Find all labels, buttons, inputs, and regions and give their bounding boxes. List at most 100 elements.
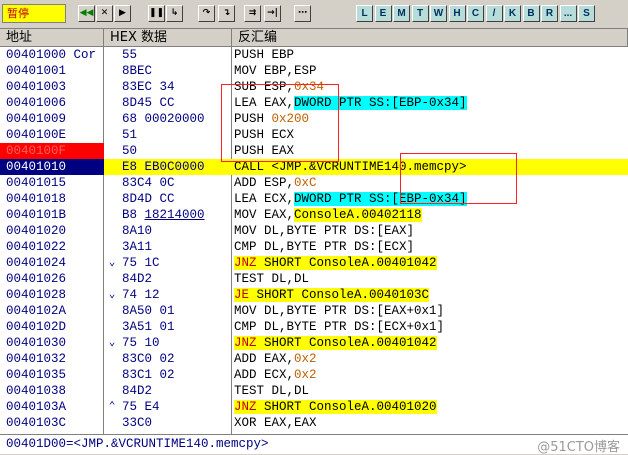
disasm-row[interactable]: 00401018 8D4D CC LEA ECX,DWORD PTR SS:[EBP… [0, 191, 628, 207]
disasm-row[interactable]: 00401003 83EC 34 SUB ESP,0x34 [0, 79, 628, 95]
window-button-ellipsis[interactable]: ... [559, 5, 577, 22]
disasm-cell: TEST DL,DL [232, 383, 628, 399]
hex-cell: 3A51 01 [122, 319, 230, 335]
window-button-w[interactable]: W [430, 5, 447, 22]
run-icon[interactable]: ▶ [114, 5, 131, 22]
column-header-hex[interactable]: HEX 数据 [104, 29, 232, 47]
hex-cell: 84D2 [122, 271, 230, 287]
address-cell: 00401010 [0, 159, 104, 175]
window-button-h[interactable]: H [448, 5, 466, 22]
disasm-cell: MOV EAX,ConsoleA.00402118 [232, 207, 628, 223]
disasm-row[interactable]: 00401009 68 00020000 PUSH 0x200 [0, 111, 628, 127]
disasm-row[interactable]: 00401028 ⌄ 74 12 JE SHORT ConsoleA.0040103C [0, 287, 628, 303]
disasm-cell: MOV DL,BYTE PTR DS:[EAX] [232, 223, 628, 239]
hex-bytes: 3A11 [122, 240, 153, 254]
disasm-row[interactable]: 00401024 ⌄ 75 1C JNZ SHORT ConsoleA.0040104… [0, 255, 628, 271]
column-header-address[interactable]: 地址 [0, 29, 104, 47]
pause-icon[interactable]: ❚❚ [148, 5, 165, 22]
jump-arrow-icon: ⌄ [108, 337, 116, 349]
window-button-e[interactable]: E [374, 5, 392, 22]
disasm-cell: ADD ECX,0x2 [232, 367, 628, 383]
disasm-row[interactable]: 00401035 83C1 02 ADD ECX,0x2 [0, 367, 628, 383]
restart-icon[interactable]: ◀◀ [78, 5, 95, 22]
disasm-row[interactable]: 00401010 E8 EB0C0000 CALL <JMP.&VCRUNTIME1… [0, 159, 628, 175]
disasm-cell: PUSH ECX [232, 127, 628, 143]
disasm-row[interactable]: 00401015 83C4 0C ADD ESP,0xC [0, 175, 628, 191]
hex-cell: 74 12 [122, 287, 230, 303]
instruction-text: SUB ESP, [234, 80, 295, 94]
disasm-cell: MOV DL,BYTE PTR DS:[EAX+0x1] [232, 303, 628, 319]
step-over-icon[interactable]: ↷ [198, 5, 215, 22]
address-cell: 00401028 [6, 288, 67, 302]
disasm-cell: CMP DL,BYTE PTR DS:[ECX+0x1] [232, 319, 628, 335]
instruction-text: TEST DL,DL [234, 272, 310, 286]
instruction-text: TEST DL,DL [234, 384, 310, 398]
jump-arrow-icon [104, 111, 120, 127]
disasm-row[interactable]: 00401006 8D45 CC LEA EAX,DWORD PTR SS:[EBP… [0, 95, 628, 111]
execute-till-return-icon[interactable]: →| [264, 5, 281, 22]
window-button-r[interactable]: R [541, 5, 558, 22]
highlighted-operand: DWORD PTR SS:[EBP-0x34] [294, 192, 467, 206]
window-button-t[interactable]: T [411, 5, 429, 22]
disasm-row[interactable]: 0040102D 3A51 01 CMP DL,BYTE PTR DS:[ECX+0… [0, 319, 628, 335]
address-cell: 0040102D [6, 320, 67, 334]
trace-over-icon[interactable]: ⇉ [244, 5, 261, 22]
highlighted-operand: SHORT ConsoleA.00401042 [256, 336, 437, 350]
window-button-c[interactable]: C [467, 5, 484, 22]
highlighted-operand: SHORT ConsoleA.0040103C [249, 288, 430, 302]
jump-mnemonic: JNZ [234, 400, 257, 414]
disasm-row[interactable]: 00401038 84D2 TEST DL,DL [0, 383, 628, 399]
disasm-row[interactable]: 00401020 8A10 MOV DL,BYTE PTR DS:[EAX] [0, 223, 628, 239]
disasm-row[interactable]: 0040101B B8 18214000 MOV EAX,ConsoleA.0040… [0, 207, 628, 223]
window-button-k[interactable]: K [504, 5, 521, 22]
hex-bytes: 68 00020000 [122, 112, 205, 126]
disasm-cell: MOV EBP,ESP [232, 63, 628, 79]
jump-arrow-icon: ⌄ [108, 289, 116, 301]
disasm-row[interactable]: 0040103A ⌃ 75 E4 JNZ SHORT ConsoleA.0040102… [0, 399, 628, 415]
address-cell: 00401024 [6, 256, 67, 270]
window-button-slash[interactable]: / [485, 5, 503, 22]
jump-arrow-icon [104, 79, 120, 95]
disasm-row[interactable]: 0040103C 33C0 XOR EAX,EAX [0, 415, 628, 431]
hex-cell: 8D4D CC [122, 191, 230, 207]
jump-arrow-icon [104, 175, 120, 191]
jump-mnemonic: JE [234, 288, 250, 302]
hex-cell: 33C0 [122, 415, 230, 431]
close-icon[interactable]: ✕ [96, 5, 113, 22]
hex-fixup-bytes: 18214000 [144, 208, 205, 222]
address-cell: 00401035 [6, 368, 67, 382]
disassembly-listing[interactable]: 00401000 Cor 55 PUSH EBP 00401001 8BEC MOV EB… [0, 47, 628, 434]
disasm-row[interactable]: 00401030 ⌄ 75 10 JNZ SHORT ConsoleA.0040104… [0, 335, 628, 351]
window-button-m[interactable]: M [393, 5, 410, 22]
window-button-l[interactable]: L [356, 5, 373, 22]
address-cell: 00401022 [6, 240, 67, 254]
window-button-s[interactable]: S [578, 5, 595, 22]
step-into-icon[interactable]: ↳ [166, 5, 183, 22]
disasm-row[interactable]: 00401026 84D2 TEST DL,DL [0, 271, 628, 287]
hex-bytes: 8D4D CC [122, 192, 175, 206]
address-cell: 00401000 Cor [6, 48, 97, 62]
address-cell: 0040102A [6, 304, 67, 318]
instruction-text: CALL <JMP.&VCRUNTIME140.memcpy> [234, 160, 467, 174]
disasm-cell: PUSH EAX [232, 143, 628, 159]
disasm-row[interactable]: 00401022 3A11 CMP DL,BYTE PTR DS:[ECX] [0, 239, 628, 255]
hex-bytes: 74 12 [122, 288, 160, 302]
instruction-text: LEA EAX, [234, 96, 295, 110]
window-button-b[interactable]: B [522, 5, 540, 22]
disasm-cell: JNZ SHORT ConsoleA.00401042 [232, 255, 628, 271]
disasm-row[interactable]: 00401001 8BEC MOV EBP,ESP [0, 63, 628, 79]
disasm-row[interactable]: 00401032 83C0 02 ADD EAX,0x2 [0, 351, 628, 367]
disasm-row[interactable]: 00401000 Cor 55 PUSH EBP [0, 47, 628, 63]
disasm-row[interactable]: 0040100F 50 PUSH EAX [0, 143, 628, 159]
hex-cell: 75 E4 [122, 399, 230, 415]
disasm-cell: ADD EAX,0x2 [232, 351, 628, 367]
address-cell: 00401038 [6, 384, 67, 398]
disasm-row[interactable]: 0040102A 8A50 01 MOV DL,BYTE PTR DS:[EAX+0… [0, 303, 628, 319]
disasm-row[interactable]: 0040100E 51 PUSH ECX [0, 127, 628, 143]
column-header-disasm[interactable]: 反汇编 [232, 29, 628, 47]
highlighted-operand: SHORT ConsoleA.00401020 [256, 400, 437, 414]
trace-into-icon[interactable]: ↴ [218, 5, 235, 22]
address-cell: 00401006 [6, 96, 67, 110]
disasm-cell: LEA EAX,DWORD PTR SS:[EBP-0x34] [232, 95, 628, 111]
goto-icon[interactable]: ⋯ [294, 5, 311, 22]
